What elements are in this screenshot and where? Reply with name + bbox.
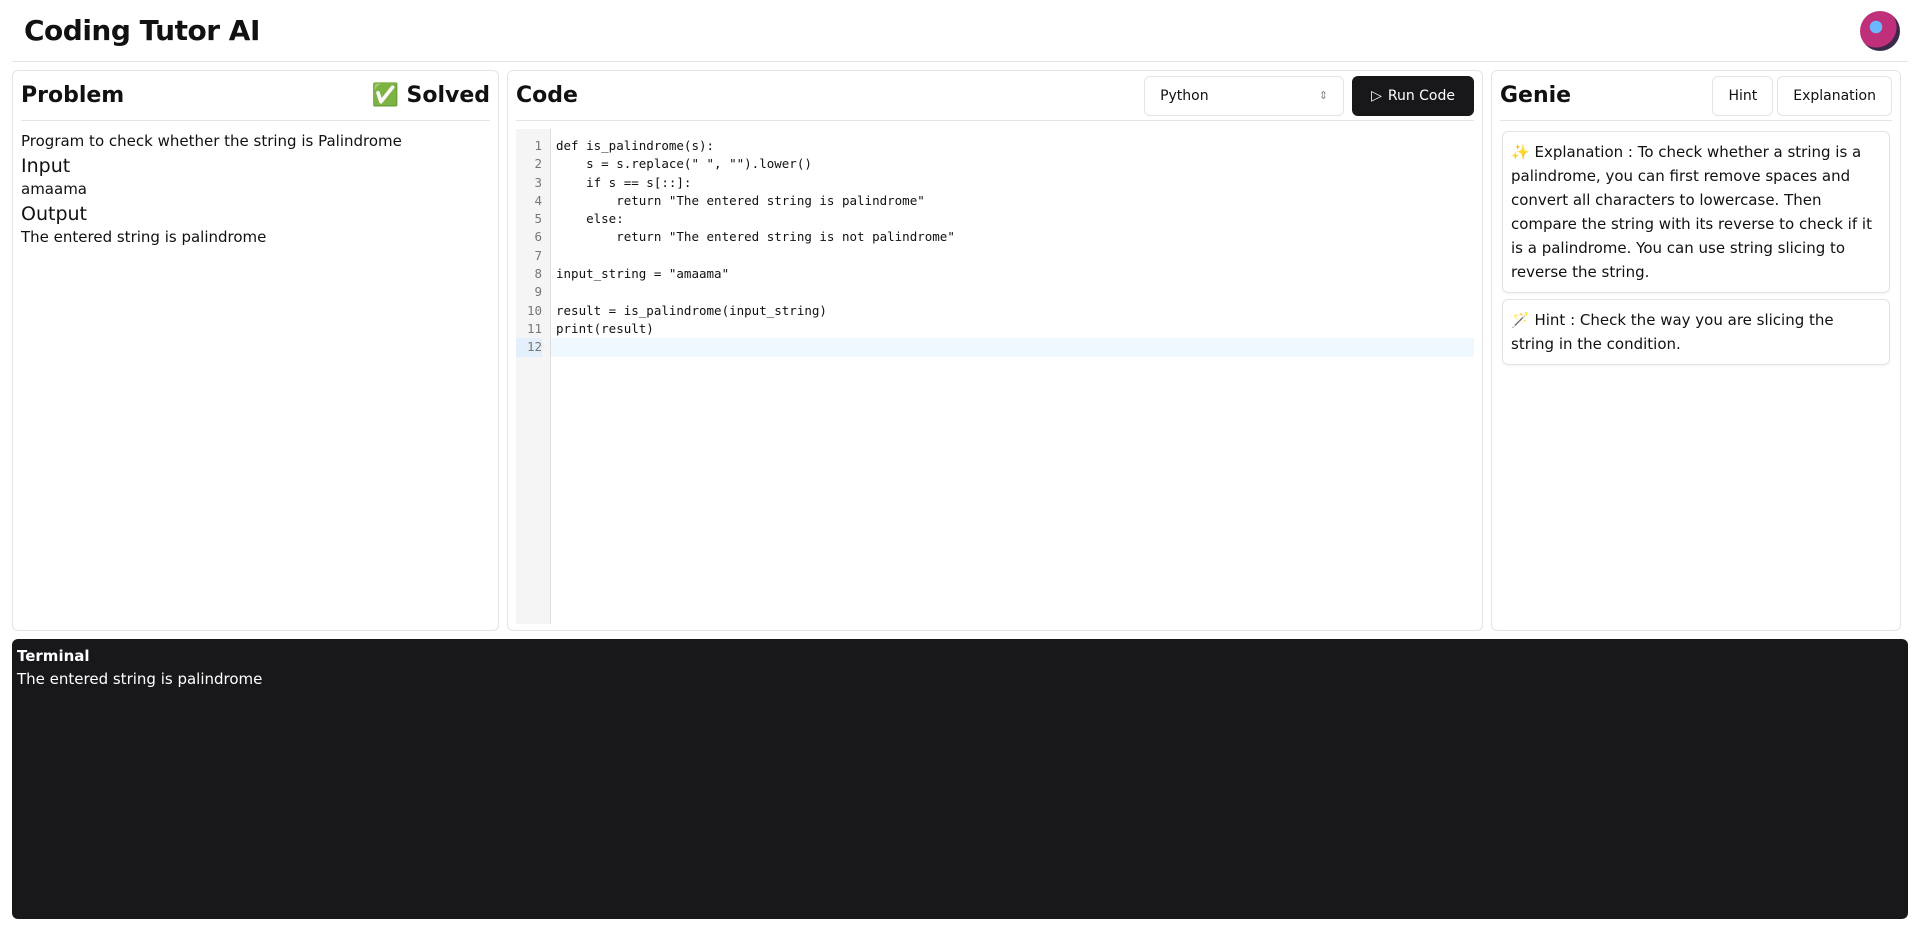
app-title: Coding Tutor AI (24, 14, 260, 47)
line-number: 5 (534, 211, 542, 227)
chevron-up-down-icon: ⇕ (1318, 89, 1329, 102)
code-line[interactable]: input_string = "amaama" (551, 265, 1474, 283)
terminal-output: The entered string is palindrome (17, 670, 263, 688)
code-panel: Code Python ⇕ ▷ Run Code 1 2 3 4 5 6 7 8 9 10 11 12 d… (507, 70, 1483, 631)
code-line[interactable]: return "The entered string is not palind… (551, 228, 1474, 246)
genie-title: Genie (1500, 83, 1572, 108)
input-label: Input (21, 155, 71, 177)
code-line[interactable]: s = s.replace(" ", "").lower() (551, 155, 1474, 173)
code-line[interactable] (551, 247, 1474, 265)
output-value: The entered string is palindrome (21, 228, 267, 246)
hint-button[interactable]: Hint (1712, 75, 1774, 116)
user-avatar[interactable] (1860, 10, 1900, 51)
code-editor[interactable]: 1 2 3 4 5 6 7 8 9 10 11 12 def is_palindrome(s): s … (516, 129, 1474, 624)
sparkles-icon: ✨ (1511, 143, 1530, 161)
app-header: Coding Tutor AI (12, 0, 1908, 62)
code-line[interactable]: if s == s[::]: (551, 174, 1474, 192)
run-code-button[interactable]: ▷ Run Code (1352, 75, 1474, 116)
code-line[interactable]: result = is_palindrome(input_string) (551, 302, 1474, 320)
genie-message: ✨ Explanation : To check whether a strin… (1502, 131, 1890, 293)
code-title: Code (516, 83, 578, 108)
message-text: Explanation : To check whether a string … (1511, 143, 1872, 281)
input-value: amaama (21, 180, 87, 198)
code-line[interactable]: def is_palindrome(s): (551, 137, 1474, 155)
magic-wand-icon: 🪄 (1511, 311, 1530, 329)
line-number-gutter: 1 2 3 4 5 6 7 8 9 10 11 12 (516, 129, 551, 624)
line-number: 4 (534, 192, 542, 208)
problem-description: Program to check whether the string is P… (21, 132, 402, 150)
solved-badge: ✅ Solved (371, 83, 490, 108)
code-line[interactable]: print(result) (551, 320, 1474, 338)
line-number: 11 (526, 320, 542, 336)
code-lines[interactable]: def is_palindrome(s): s = s.replace(" ",… (551, 129, 1474, 624)
line-number: 1 (534, 138, 542, 153)
line-number: 12 (516, 338, 542, 357)
line-number: 9 (534, 284, 542, 300)
line-number: 6 (534, 229, 542, 245)
problem-panel: Problem ✅ Solved Program to check whether… (12, 70, 499, 631)
terminal-title: Terminal (17, 647, 90, 665)
terminal: Terminal The entered string is palindrom… (12, 639, 1908, 919)
genie-message: 🪄 Hint : Check the way you are slicing t… (1502, 299, 1890, 365)
line-number: 8 (534, 266, 542, 282)
language-value: Python (1160, 87, 1209, 104)
message-text: Hint : Check the way you are slicing the… (1511, 311, 1834, 353)
line-number: 2 (534, 156, 542, 172)
language-select[interactable]: Python ⇕ (1144, 75, 1345, 116)
play-icon: ▷ (1371, 87, 1382, 104)
code-line[interactable]: else: (551, 210, 1474, 228)
line-number: 10 (526, 302, 542, 318)
line-number: 7 (534, 247, 542, 263)
genie-panel: Genie Hint Explanation ✨ Explanation : T… (1491, 70, 1901, 631)
code-line[interactable] (551, 283, 1474, 301)
code-line[interactable] (551, 338, 1474, 357)
output-label: Output (21, 203, 87, 225)
line-number: 3 (534, 174, 542, 190)
run-code-label: Run Code (1387, 87, 1455, 104)
explanation-button[interactable]: Explanation (1777, 75, 1892, 116)
code-line[interactable]: return "The entered string is palindrome… (551, 192, 1474, 210)
problem-title: Problem (21, 83, 125, 108)
